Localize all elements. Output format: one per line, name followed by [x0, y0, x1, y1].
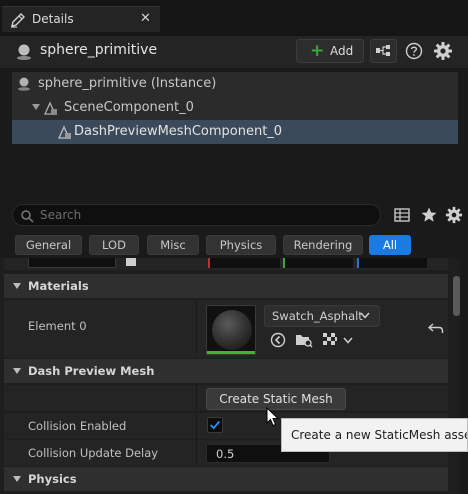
column-divider: [196, 440, 197, 466]
asset-type-bar: [207, 351, 255, 354]
plus-icon: +: [310, 41, 325, 61]
scale-x-field[interactable]: [208, 258, 280, 268]
chevron-down-icon: [360, 312, 370, 319]
material-picker-dropdown[interactable]: Swatch_Asphalt: [264, 305, 380, 327]
actor-sphere-icon: [18, 77, 30, 91]
actor-sphere-icon: [17, 44, 31, 60]
section-title: Dash Preview Mesh: [28, 364, 155, 378]
tab-bar: Details ✕: [0, 0, 468, 36]
scale-mode-dropdown[interactable]: [28, 258, 116, 268]
blueprint-icon: [376, 45, 390, 56]
section-title: Materials: [28, 279, 89, 293]
details-pencil-icon: [11, 13, 25, 28]
add-label: Add: [330, 44, 354, 58]
chevron-down-icon: [13, 368, 21, 374]
use-selected-asset-icon[interactable]: [270, 332, 286, 348]
add-component-button[interactable]: + Add: [296, 39, 364, 63]
help-icon[interactable]: [405, 42, 423, 60]
scene-component-icon: [43, 101, 57, 115]
scale-z-field[interactable]: [357, 258, 427, 268]
tree-item-instance[interactable]: sphere_primitive (Instance): [12, 72, 458, 96]
property-row-scale: [4, 258, 448, 270]
tree-item-label: DashPreviewMeshComponent_0: [74, 124, 283, 139]
table-view-icon[interactable]: [393, 206, 411, 224]
category-filters: General LOD Misc Physics Rendering All: [0, 232, 468, 258]
browse-folder-icon[interactable]: [295, 332, 313, 348]
chevron-down-icon[interactable]: [32, 104, 40, 110]
settings-gear-icon[interactable]: [433, 41, 453, 61]
settings-gear-icon[interactable]: [445, 206, 463, 224]
tree-item-dashpreviewmesh[interactable]: DashPreviewMeshComponent_0: [12, 120, 458, 144]
mouse-cursor-icon: [266, 407, 280, 427]
column-divider: [196, 385, 197, 411]
property-label: Collision Update Delay: [28, 446, 159, 460]
tree-item-label: SceneComponent_0: [64, 100, 194, 115]
checker-texture-icon[interactable]: [322, 332, 338, 348]
column-divider: [196, 413, 197, 439]
chevron-down-icon[interactable]: [343, 337, 353, 344]
tab-title: Details: [32, 12, 74, 26]
component-tree: sphere_primitive (Instance) SceneCompone…: [12, 72, 458, 144]
filter-rendering[interactable]: Rendering: [283, 235, 363, 255]
scale-y-field[interactable]: [283, 258, 353, 268]
filter-all[interactable]: All: [369, 235, 411, 255]
search-input[interactable]: [40, 207, 370, 223]
collision-update-delay-value: 0.5: [216, 447, 235, 461]
chevron-down-icon: [13, 283, 21, 289]
lock-icon[interactable]: [126, 258, 136, 266]
section-physics[interactable]: Physics: [4, 467, 448, 491]
material-name: Swatch_Asphalt: [272, 309, 363, 323]
search-row: [0, 196, 468, 230]
property-label: Element 0: [28, 319, 87, 333]
search-box: [12, 204, 381, 226]
details-header: sphere_primitive + Add: [0, 36, 468, 68]
close-icon[interactable]: ✕: [140, 11, 151, 26]
filter-physics[interactable]: Physics: [206, 235, 276, 255]
star-icon[interactable]: [420, 206, 438, 224]
mesh-component-icon: [57, 125, 71, 139]
tooltip-text: Create a new StaticMesh asset from: [291, 428, 467, 442]
search-icon: [21, 210, 34, 223]
filter-lod[interactable]: LOD: [89, 235, 139, 255]
section-dash-preview-mesh[interactable]: Dash Preview Mesh: [4, 359, 448, 383]
section-title: Physics: [28, 472, 77, 486]
tree-item-label: sphere_primitive (Instance): [38, 76, 217, 91]
collision-enabled-checkbox[interactable]: [207, 417, 223, 433]
blueprint-button[interactable]: [370, 39, 397, 63]
property-panel: Materials Element 0 Swatch_Asphalt Dash …: [0, 258, 460, 494]
chevron-down-icon: [13, 476, 21, 482]
column-divider: [196, 300, 197, 358]
property-label: Collision Enabled: [28, 419, 127, 433]
tooltip: Create a new StaticMesh asset from: [281, 418, 468, 452]
filter-misc[interactable]: Misc: [147, 235, 199, 255]
reset-to-default-icon[interactable]: [428, 322, 444, 334]
tab-details[interactable]: Details ✕: [2, 6, 160, 32]
material-preview-sphere: [212, 310, 252, 350]
filter-general[interactable]: General: [15, 235, 82, 255]
material-thumbnail[interactable]: [206, 305, 256, 355]
checkmark-icon: [210, 420, 221, 430]
tree-item-scenecomponent[interactable]: SceneComponent_0: [12, 96, 458, 120]
actor-name: sphere_primitive: [40, 42, 158, 58]
empty-area: [0, 146, 468, 196]
scrollbar-thumb[interactable]: [453, 276, 460, 316]
section-materials[interactable]: Materials: [4, 274, 448, 298]
